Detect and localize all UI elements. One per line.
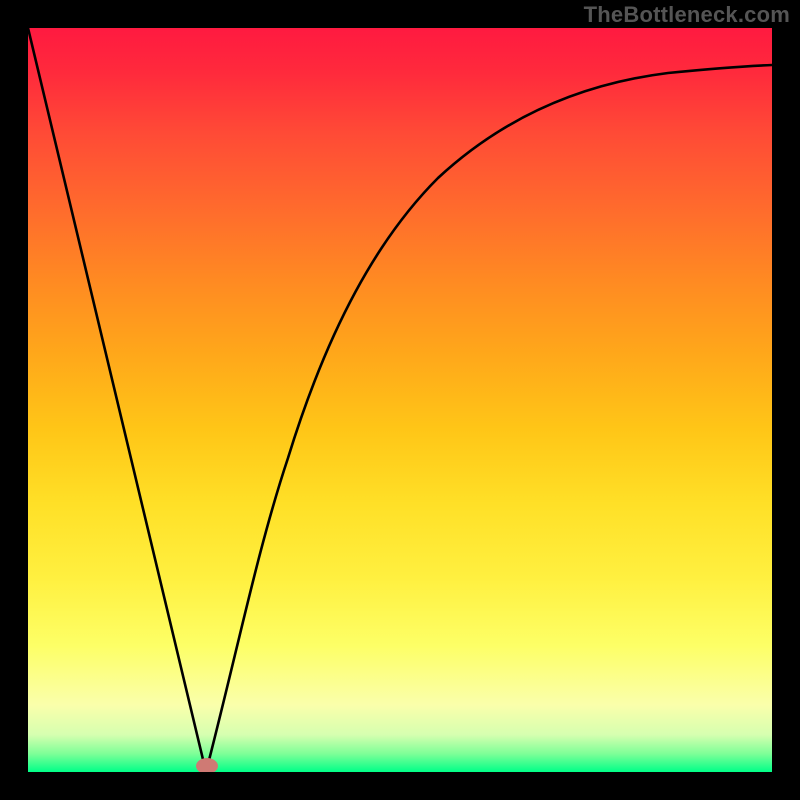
watermark-text: TheBottleneck.com <box>584 2 790 28</box>
chart-container: TheBottleneck.com <box>0 0 800 800</box>
plot-area <box>28 28 772 772</box>
curve-path <box>28 28 772 772</box>
current-config-marker <box>196 758 218 772</box>
bottleneck-curve <box>28 28 772 772</box>
